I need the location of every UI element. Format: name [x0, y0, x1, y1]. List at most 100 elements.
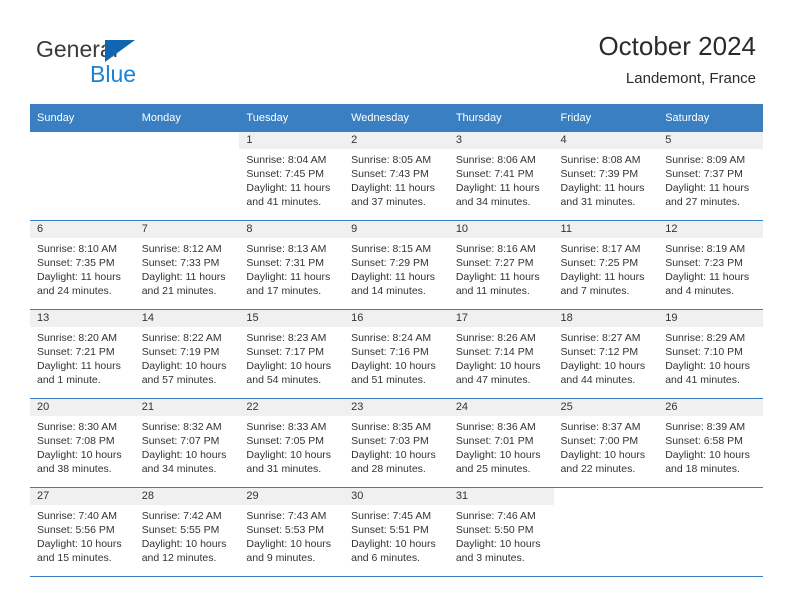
daylight-duration-line1: Daylight: 11 hours [455, 182, 540, 194]
sunrise-time: Sunrise: 8:22 AM [141, 332, 222, 344]
day-details: Sunrise: 8:12 AM Sunset: 7:33 PM Daylight:… [135, 238, 240, 298]
calendar-day-cell[interactable]: 18 Sunrise: 8:27 AM Sunset: 7:12 PM Dayligh… [553, 309, 659, 399]
daylight-duration-line2: and 7 minutes. [560, 285, 630, 297]
day-details: Sunrise: 8:26 AM Sunset: 7:14 PM Daylight:… [449, 327, 554, 387]
day-details: Sunrise: 8:17 AM Sunset: 7:25 PM Daylight:… [554, 238, 659, 298]
daylight-duration-line1: Daylight: 10 hours [141, 360, 227, 372]
day-details: Sunrise: 8:35 AM Sunset: 7:03 PM Daylight:… [344, 416, 449, 476]
weekday-header-friday: Friday [553, 104, 659, 132]
daylight-duration-line1: Daylight: 11 hours [141, 271, 226, 283]
calendar-day-cell[interactable]: 29 Sunrise: 7:43 AM Sunset: 5:53 PM Dayligh… [239, 487, 345, 577]
daylight-duration-line2: and 11 minutes. [455, 285, 530, 297]
daylight-duration-line1: Daylight: 11 hours [455, 271, 540, 283]
daylight-duration-line2: and 57 minutes. [141, 374, 217, 386]
daylight-duration-line1: Daylight: 10 hours [560, 360, 646, 372]
daylight-duration-line2: and 4 minutes. [665, 285, 735, 297]
sunset-time: Sunset: 7:16 PM [351, 346, 429, 358]
day-details: Sunrise: 8:23 AM Sunset: 7:17 PM Daylight:… [239, 327, 344, 387]
weekday-header-tuesday: Tuesday [239, 104, 345, 132]
calendar-day-cell[interactable]: 6 Sunrise: 8:10 AM Sunset: 7:35 PM Daylight… [30, 220, 135, 310]
day-number: 1 [239, 132, 345, 149]
day-number [553, 488, 659, 505]
day-details: Sunrise: 7:42 AM Sunset: 5:55 PM Daylight:… [135, 505, 240, 565]
sunset-time: Sunset: 7:35 PM [37, 257, 115, 269]
calendar-day-cell[interactable]: 25 Sunrise: 8:37 AM Sunset: 7:00 PM Dayligh… [553, 398, 659, 488]
calendar-day-cell[interactable]: 14 Sunrise: 8:22 AM Sunset: 7:19 PM Dayligh… [134, 309, 240, 399]
sunrise-time: Sunrise: 7:42 AM [141, 510, 222, 522]
calendar-cell-empty [134, 132, 240, 221]
calendar-day-cell[interactable]: 5 Sunrise: 8:09 AM Sunset: 7:37 PM Daylight… [658, 132, 763, 221]
day-number: 11 [553, 221, 659, 238]
day-details [554, 505, 659, 509]
day-details: Sunrise: 8:27 AM Sunset: 7:12 PM Daylight:… [554, 327, 659, 387]
calendar-day-cell[interactable]: 7 Sunrise: 8:12 AM Sunset: 7:33 PM Daylight… [134, 220, 240, 310]
daylight-duration-line1: Daylight: 10 hours [37, 449, 122, 461]
daylight-duration-line1: Daylight: 10 hours [455, 449, 541, 461]
calendar-day-cell[interactable]: 9 Sunrise: 8:15 AM Sunset: 7:29 PM Daylight… [344, 220, 449, 310]
day-number: 31 [448, 488, 554, 505]
calendar-day-cell[interactable]: 19 Sunrise: 8:29 AM Sunset: 7:10 PM Dayligh… [658, 309, 763, 399]
calendar-day-cell[interactable]: 13 Sunrise: 8:20 AM Sunset: 7:21 PM Dayligh… [30, 309, 135, 399]
calendar-week-row: 20 Sunrise: 8:30 AM Sunset: 7:08 PM Dayligh… [30, 398, 763, 488]
calendar-day-cell[interactable]: 21 Sunrise: 8:32 AM Sunset: 7:07 PM Dayligh… [134, 398, 240, 488]
sunrise-time: Sunrise: 8:30 AM [37, 421, 117, 433]
sunrise-time: Sunrise: 8:32 AM [141, 421, 222, 433]
day-number: 13 [30, 310, 135, 327]
calendar-day-cell[interactable]: 30 Sunrise: 7:45 AM Sunset: 5:51 PM Dayligh… [344, 487, 449, 577]
calendar-day-cell[interactable]: 4 Sunrise: 8:08 AM Sunset: 7:39 PM Daylight… [553, 132, 659, 221]
calendar-week-row: 27 Sunrise: 7:40 AM Sunset: 5:56 PM Dayligh… [30, 487, 763, 577]
calendar-day-cell[interactable]: 11 Sunrise: 8:17 AM Sunset: 7:25 PM Dayligh… [553, 220, 659, 310]
sunset-time: Sunset: 6:58 PM [665, 435, 743, 447]
calendar-day-cell[interactable]: 15 Sunrise: 8:23 AM Sunset: 7:17 PM Dayligh… [239, 309, 345, 399]
calendar-day-cell[interactable]: 2 Sunrise: 8:05 AM Sunset: 7:43 PM Daylight… [344, 132, 449, 221]
sunrise-time: Sunrise: 8:12 AM [141, 243, 222, 255]
logo-text-blue: Blue [90, 61, 137, 87]
daylight-duration-line1: Daylight: 11 hours [665, 271, 750, 283]
day-number: 20 [30, 399, 135, 416]
daylight-duration-line2: and 38 minutes. [37, 463, 112, 475]
calendar-day-cell[interactable]: 20 Sunrise: 8:30 AM Sunset: 7:08 PM Dayligh… [30, 398, 135, 488]
sunrise-sunset-calendar: Sunday Monday Tuesday Wednesday Thursday… [30, 104, 763, 577]
day-details: Sunrise: 8:19 AM Sunset: 7:23 PM Daylight:… [658, 238, 763, 298]
day-details: Sunrise: 8:29 AM Sunset: 7:10 PM Daylight:… [658, 327, 763, 387]
daylight-duration-line2: and 31 minutes. [560, 196, 636, 208]
calendar-day-cell[interactable]: 27 Sunrise: 7:40 AM Sunset: 5:56 PM Dayligh… [30, 487, 135, 577]
sunset-time: Sunset: 7:21 PM [37, 346, 115, 358]
weekday-header-sunday: Sunday [30, 104, 135, 132]
day-details: Sunrise: 8:30 AM Sunset: 7:08 PM Daylight:… [30, 416, 135, 476]
sunrise-time: Sunrise: 8:08 AM [560, 154, 641, 166]
sunrise-time: Sunrise: 7:45 AM [351, 510, 432, 522]
day-details: Sunrise: 8:13 AM Sunset: 7:31 PM Daylight:… [239, 238, 344, 298]
day-number: 8 [239, 221, 345, 238]
calendar-day-cell[interactable]: 28 Sunrise: 7:42 AM Sunset: 5:55 PM Dayligh… [134, 487, 240, 577]
day-number [658, 488, 763, 505]
calendar-day-cell[interactable]: 3 Sunrise: 8:06 AM Sunset: 7:41 PM Daylight… [448, 132, 554, 221]
general-blue-logo[interactable]: General Blue [36, 36, 236, 92]
day-details: Sunrise: 8:32 AM Sunset: 7:07 PM Daylight:… [135, 416, 240, 476]
calendar-day-cell[interactable]: 22 Sunrise: 8:33 AM Sunset: 7:05 PM Dayligh… [239, 398, 345, 488]
calendar-day-cell[interactable]: 17 Sunrise: 8:26 AM Sunset: 7:14 PM Dayligh… [448, 309, 554, 399]
sunset-time: Sunset: 7:27 PM [455, 257, 534, 269]
daylight-duration-line1: Daylight: 10 hours [37, 538, 122, 550]
weekday-header-monday: Monday [134, 104, 240, 132]
daylight-duration-line2: and 54 minutes. [246, 374, 322, 386]
calendar-day-cell[interactable]: 10 Sunrise: 8:16 AM Sunset: 7:27 PM Dayligh… [448, 220, 554, 310]
sunset-time: Sunset: 7:41 PM [455, 168, 534, 180]
day-number: 23 [344, 399, 449, 416]
day-details [135, 149, 240, 153]
calendar-day-cell[interactable]: 26 Sunrise: 8:39 AM Sunset: 6:58 PM Dayligh… [658, 398, 763, 488]
calendar-week-row: 6 Sunrise: 8:10 AM Sunset: 7:35 PM Daylight… [30, 220, 763, 310]
calendar-day-cell[interactable]: 16 Sunrise: 8:24 AM Sunset: 7:16 PM Dayligh… [344, 309, 449, 399]
calendar-day-cell[interactable]: 8 Sunrise: 8:13 AM Sunset: 7:31 PM Daylight… [239, 220, 345, 310]
calendar-day-cell[interactable]: 31 Sunrise: 7:46 AM Sunset: 5:50 PM Dayligh… [448, 487, 554, 577]
calendar-day-cell[interactable]: 12 Sunrise: 8:19 AM Sunset: 7:23 PM Dayligh… [658, 220, 763, 310]
calendar-day-cell[interactable]: 1 Sunrise: 8:04 AM Sunset: 7:45 PM Daylight… [239, 132, 345, 221]
calendar-day-cell[interactable]: 23 Sunrise: 8:35 AM Sunset: 7:03 PM Dayligh… [344, 398, 449, 488]
calendar-day-cell[interactable]: 24 Sunrise: 8:36 AM Sunset: 7:01 PM Dayligh… [448, 398, 554, 488]
sunrise-time: Sunrise: 7:43 AM [246, 510, 327, 522]
day-number: 22 [239, 399, 345, 416]
day-number: 18 [553, 310, 659, 327]
day-number: 2 [344, 132, 449, 149]
daylight-duration-line2: and 37 minutes. [351, 196, 426, 208]
day-number: 28 [134, 488, 240, 505]
